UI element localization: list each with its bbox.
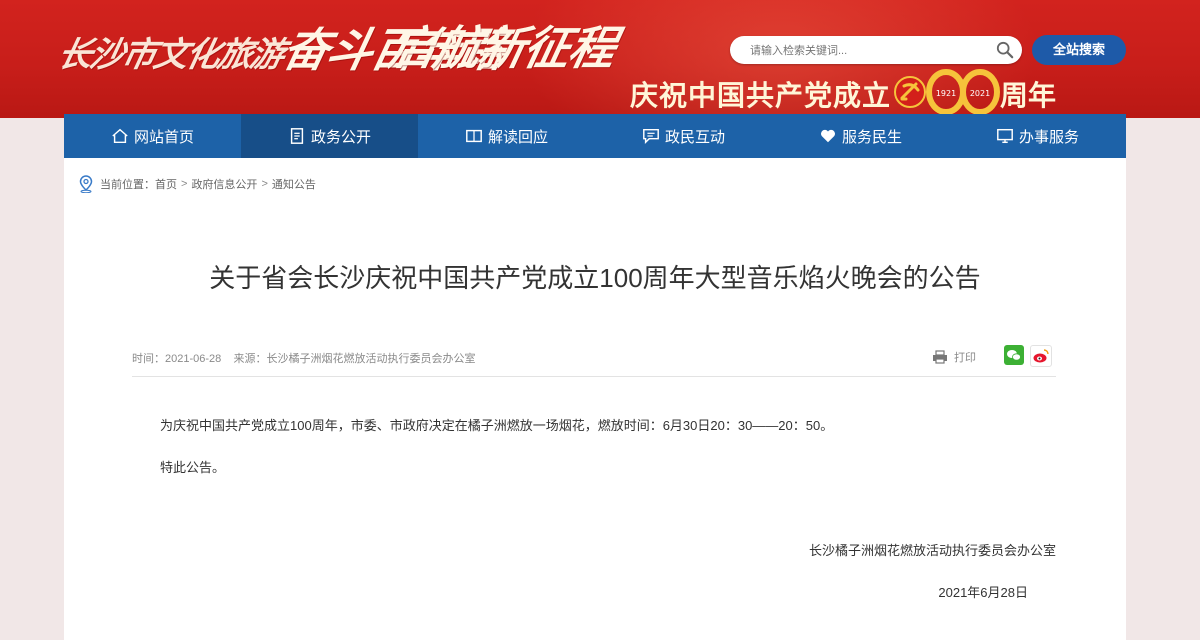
breadcrumb-separator: > bbox=[181, 178, 188, 190]
breadcrumb-prefix: 当前位置： bbox=[100, 179, 155, 191]
weibo-icon bbox=[1033, 349, 1049, 363]
search-icon[interactable] bbox=[996, 41, 1014, 59]
breadcrumb-gov-info[interactable]: 政府信息公开 bbox=[191, 176, 257, 192]
nav-item-gov-affairs[interactable]: 政务公开 bbox=[241, 114, 418, 158]
breadcrumb-home[interactable]: 首页 bbox=[155, 176, 177, 192]
badge-year-right: 2021 bbox=[970, 89, 990, 98]
nav-item-label: 网站首页 bbox=[133, 128, 194, 146]
badge-year-left: 1921 bbox=[936, 89, 956, 98]
nav-item-label: 政民互动 bbox=[664, 128, 725, 146]
article-body: 为庆祝中国共产党成立100周年，市委、市政府决定在橘子洲燃放一场烟花，燃放时间：… bbox=[160, 416, 1040, 500]
slogan-main-b: 启航新征程 bbox=[383, 21, 621, 75]
banner-slogan-right: 启航新征程 bbox=[383, 12, 622, 78]
nav-item-interaction[interactable]: 政民互动 bbox=[595, 114, 772, 158]
home-icon bbox=[112, 128, 128, 144]
celebrate-text: 庆祝中国共产党成立 bbox=[630, 79, 892, 112]
breadcrumb-notices[interactable]: 通知公告 bbox=[272, 176, 316, 192]
nav-item-label: 政务公开 bbox=[310, 128, 371, 146]
printer-icon bbox=[933, 350, 947, 364]
location-pin-icon bbox=[79, 175, 93, 193]
meta-info: 时间：2021-06-28 来源：长沙橘子洲烟花燃放活动执行委员会办公室 bbox=[132, 350, 476, 366]
book-icon bbox=[466, 129, 482, 143]
nav-item-services[interactable]: 办事服务 bbox=[949, 114, 1126, 158]
nav-item-label: 服务民生 bbox=[841, 128, 902, 146]
nav-item-interpretation[interactable]: 解读回应 bbox=[418, 114, 595, 158]
article-paragraph: 特此公告。 bbox=[160, 460, 226, 475]
meta-time: 2021-06-28 bbox=[165, 353, 222, 365]
article-meta: 时间：2021-06-28 来源：长沙橘子洲烟花燃放活动执行委员会办公室 打印 bbox=[132, 342, 1056, 377]
centenary-100-badge: 1921 2021 bbox=[894, 69, 1000, 114]
header-banner: 长沙市文化旅游奋斗百年路 启航新征程 全站搜索 庆祝中国共产党成立 1921 2… bbox=[0, 0, 1200, 118]
meta-source-label: 来源： bbox=[233, 353, 267, 365]
nav-item-livelihood[interactable]: 服务民生 bbox=[772, 114, 949, 158]
share-weibo-button[interactable] bbox=[1030, 345, 1052, 367]
heart-hand-icon bbox=[820, 129, 836, 143]
site-search-button[interactable]: 全站搜索 bbox=[1032, 35, 1126, 65]
search-box[interactable] bbox=[730, 36, 1022, 64]
breadcrumb: 当前位置： 首页 > 政府信息公开 > 通知公告 bbox=[78, 174, 316, 194]
print-label: 打印 bbox=[954, 352, 976, 364]
breadcrumb-separator: > bbox=[261, 178, 268, 190]
slogan-prefix: 长沙市文化旅游 bbox=[54, 35, 287, 75]
share-wechat-button[interactable] bbox=[1004, 345, 1024, 365]
document-icon bbox=[290, 128, 304, 144]
article-card: 当前位置： 首页 > 政府信息公开 > 通知公告 关于省会长沙庆祝中国共产党成立… bbox=[64, 158, 1126, 640]
chat-icon bbox=[643, 128, 659, 145]
meta-time-label: 时间： bbox=[132, 353, 165, 365]
monitor-icon bbox=[997, 128, 1013, 144]
article-paragraph: 为庆祝中国共产党成立100周年，市委、市政府决定在橘子洲燃放一场烟花，燃放时间：… bbox=[160, 418, 834, 433]
article-title: 关于省会长沙庆祝中国共产党成立100周年大型音乐焰火晚会的公告 bbox=[209, 263, 981, 293]
article-signature: 长沙橘子洲烟花燃放活动执行委员会办公室 bbox=[808, 543, 1056, 558]
nav-item-home[interactable]: 网站首页 bbox=[64, 114, 241, 158]
search-input[interactable] bbox=[748, 40, 992, 62]
nav-item-label: 解读回应 bbox=[487, 128, 548, 146]
print-button[interactable]: 打印 bbox=[932, 349, 976, 365]
celebrate-tail-text: 周年 bbox=[1000, 79, 1057, 112]
wechat-icon bbox=[1007, 350, 1021, 361]
main-nav: 网站首页 政务公开 解读回应 政民互动 服务民生 办事服务 bbox=[64, 114, 1126, 158]
article-sign-date: 2021年6月28日 bbox=[938, 585, 1028, 600]
meta-source: 长沙橘子洲烟花燃放活动执行委员会办公室 bbox=[266, 353, 476, 365]
nav-item-label: 办事服务 bbox=[1018, 128, 1079, 146]
